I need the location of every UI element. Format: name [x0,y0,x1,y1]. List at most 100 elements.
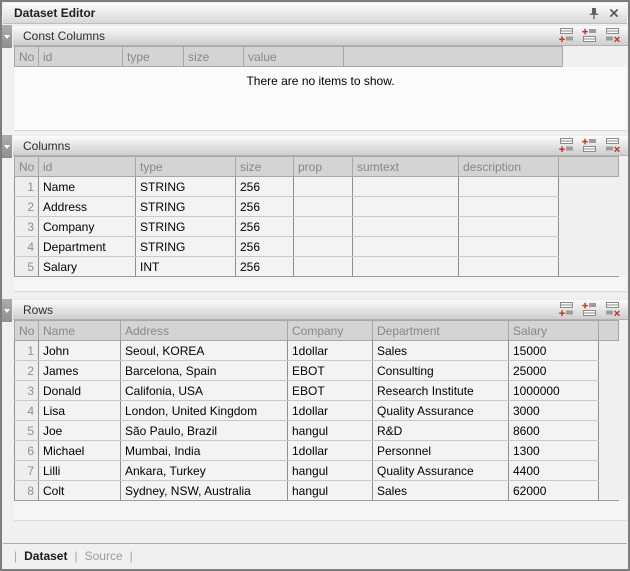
row-number-cell[interactable]: 4 [15,237,39,257]
cell-sumtext[interactable] [353,197,459,217]
cell-salary[interactable]: 62000 [509,481,599,501]
table-row[interactable]: 3 Company STRING 256 [15,217,619,237]
cell-type[interactable]: STRING [136,237,236,257]
cell-description[interactable] [459,237,559,257]
cell-salary[interactable]: 4400 [509,461,599,481]
table-row[interactable]: 7 Lilli Ankara, Turkey hangul Quality As… [15,461,619,481]
tab-dataset[interactable]: Dataset [24,549,67,563]
cell-address[interactable]: London, United Kingdom [121,401,288,421]
cell-company[interactable]: hangul [288,481,373,501]
cell-size[interactable]: 256 [236,217,294,237]
column-header-value[interactable]: value [244,47,344,67]
cell-prop[interactable] [294,197,353,217]
cell-address[interactable]: Ankara, Turkey [121,461,288,481]
table-row[interactable]: 8 Colt Sydney, NSW, Australia hangul Sal… [15,481,619,501]
column-header-no[interactable]: No [15,47,39,67]
rows-collapse-button[interactable] [2,299,12,322]
column-header-sumtext[interactable]: sumtext [353,157,459,177]
cell-description[interactable] [459,177,559,197]
table-row[interactable]: 6 Michael Mumbai, India 1dollar Personne… [15,441,619,461]
row-number-cell[interactable]: 3 [15,381,39,401]
cell-salary[interactable]: 1300 [509,441,599,461]
cell-department[interactable]: R&D [373,421,509,441]
cell-salary[interactable]: 8600 [509,421,599,441]
cell-department[interactable]: Sales [373,341,509,361]
column-header-department[interactable]: Department [373,321,509,341]
cell-prop[interactable] [294,177,353,197]
cell-id[interactable]: Company [39,217,136,237]
cell-id[interactable]: Address [39,197,136,217]
cell-company[interactable]: 1dollar [288,341,373,361]
column-header-size[interactable]: size [184,47,244,67]
cell-size[interactable]: 256 [236,177,294,197]
row-number-cell[interactable]: 6 [15,441,39,461]
cell-size[interactable]: 256 [236,257,294,277]
add-row-icon[interactable] [558,138,575,153]
cell-prop[interactable] [294,217,353,237]
cell-sumtext[interactable] [353,237,459,257]
row-number-cell[interactable]: 3 [15,217,39,237]
cell-id[interactable]: Name [39,177,136,197]
cell-salary[interactable]: 1000000 [509,381,599,401]
cell-company[interactable]: 1dollar [288,401,373,421]
cell-salary[interactable]: 15000 [509,341,599,361]
column-header-type[interactable]: type [123,47,184,67]
row-number-cell[interactable]: 7 [15,461,39,481]
table-row[interactable]: 3 Donald Califonia, USA EBOT Research In… [15,381,619,401]
cell-name[interactable]: John [39,341,121,361]
cell-size[interactable]: 256 [236,237,294,257]
row-number-cell[interactable]: 2 [15,361,39,381]
column-header-no[interactable]: No [15,321,39,341]
const-columns-collapse-button[interactable] [2,25,12,48]
row-number-cell[interactable]: 5 [15,257,39,277]
cell-address[interactable]: Barcelona, Spain [121,361,288,381]
table-row[interactable]: 1 John Seoul, KOREA 1dollar Sales 15000 [15,341,619,361]
add-row-icon[interactable] [558,302,575,317]
cell-company[interactable]: hangul [288,421,373,441]
cell-name[interactable]: Donald [39,381,121,401]
column-header-company[interactable]: Company [288,321,373,341]
cell-id[interactable]: Department [39,237,136,257]
insert-row-icon[interactable] [581,302,598,317]
cell-name[interactable]: James [39,361,121,381]
delete-row-icon[interactable] [604,28,621,43]
cell-prop[interactable] [294,237,353,257]
cell-salary[interactable]: 3000 [509,401,599,421]
column-header-id[interactable]: id [39,47,123,67]
cell-name[interactable]: Lisa [39,401,121,421]
cell-description[interactable] [459,257,559,277]
table-row[interactable]: 1 Name STRING 256 [15,177,619,197]
row-number-cell[interactable]: 8 [15,481,39,501]
cell-sumtext[interactable] [353,177,459,197]
cell-address[interactable]: Seoul, KOREA [121,341,288,361]
cell-department[interactable]: Research Institute [373,381,509,401]
table-row[interactable]: 5 Salary INT 256 [15,257,619,277]
cell-address[interactable]: Sydney, NSW, Australia [121,481,288,501]
row-number-cell[interactable]: 1 [15,177,39,197]
row-number-cell[interactable]: 4 [15,401,39,421]
cell-salary[interactable]: 25000 [509,361,599,381]
tab-source[interactable]: Source [85,549,123,563]
column-header-description[interactable]: description [459,157,559,177]
column-header-type[interactable]: type [136,157,236,177]
cell-type[interactable]: STRING [136,197,236,217]
cell-size[interactable]: 256 [236,197,294,217]
cell-department[interactable]: Quality Assurance [373,461,509,481]
table-row[interactable]: 4 Lisa London, United Kingdom 1dollar Qu… [15,401,619,421]
cell-type[interactable]: STRING [136,177,236,197]
cell-description[interactable] [459,217,559,237]
cell-sumtext[interactable] [353,257,459,277]
cell-address[interactable]: Califonia, USA [121,381,288,401]
column-header-salary[interactable]: Salary [509,321,599,341]
cell-company[interactable]: hangul [288,461,373,481]
cell-department[interactable]: Personnel [373,441,509,461]
column-header-prop[interactable]: prop [294,157,353,177]
cell-prop[interactable] [294,257,353,277]
pin-icon[interactable] [588,7,600,20]
cell-name[interactable]: Joe [39,421,121,441]
cell-type[interactable]: INT [136,257,236,277]
table-row[interactable]: 4 Department STRING 256 [15,237,619,257]
column-header-size[interactable]: size [236,157,294,177]
column-header-id[interactable]: id [39,157,136,177]
cell-description[interactable] [459,197,559,217]
